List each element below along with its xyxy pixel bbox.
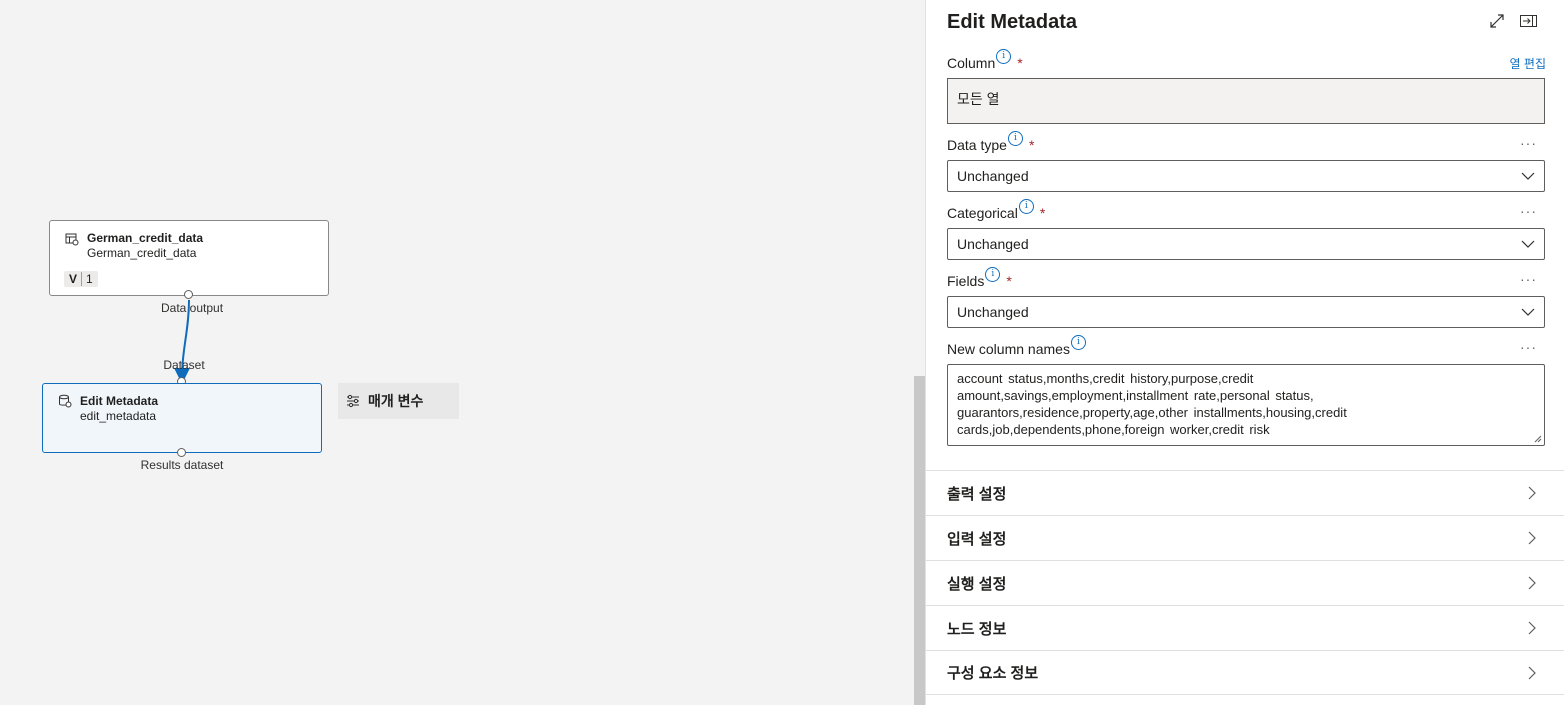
edit-metadata-node[interactable]: Edit Metadata edit_metadata <box>42 383 322 453</box>
categorical-label: Categorical i * <box>947 199 1046 221</box>
column-label: Column i * <box>947 49 1023 71</box>
dataset-input-label: Dataset <box>163 358 205 372</box>
categorical-dropdown[interactable]: Unchanged <box>947 228 1545 260</box>
new-column-names-more-button[interactable]: ··· <box>1520 339 1537 355</box>
results-dataset-label: Results dataset <box>140 458 224 472</box>
chevron-right-icon <box>1528 486 1536 500</box>
chevron-down-icon <box>1521 308 1535 316</box>
chevron-down-icon <box>1521 172 1535 180</box>
textarea-line: cards,job,dependents,phone,foreign worke… <box>957 422 1270 437</box>
required-marker: * <box>1006 273 1012 289</box>
column-selection-field[interactable]: 모든 열 <box>947 78 1545 124</box>
chevron-right-icon <box>1528 621 1536 635</box>
resize-grip-icon[interactable] <box>1534 435 1542 443</box>
module-node-subtitle: edit_metadata <box>80 409 157 423</box>
info-icon[interactable]: i <box>985 267 1001 282</box>
module-node-title: Edit Metadata <box>80 394 159 408</box>
required-marker: * <box>1017 55 1023 71</box>
info-icon[interactable]: i <box>1007 131 1023 146</box>
section-input-settings[interactable]: 입력 설정 <box>926 515 1564 560</box>
required-marker: * <box>1039 205 1046 221</box>
results-dataset-port[interactable] <box>177 448 186 457</box>
categorical-more-button[interactable]: ··· <box>1520 203 1537 219</box>
textarea-line: amount,savings,employment,installment ra… <box>957 388 1314 403</box>
data-type-dropdown[interactable]: Unchanged <box>947 160 1545 192</box>
new-column-names-textarea[interactable]: account status,months,credit history,pur… <box>947 364 1545 446</box>
section-component-info[interactable]: 구성 요소 정보 <box>926 650 1564 695</box>
chevron-down-icon <box>1521 240 1535 248</box>
section-run-settings[interactable]: 실행 설정 <box>926 560 1564 605</box>
module-icon <box>59 394 72 408</box>
pipeline-canvas[interactable]: German_credit_data German_credit_data V … <box>0 0 914 705</box>
info-icon[interactable]: i <box>1070 335 1086 350</box>
new-column-names-label: New column names i <box>947 335 1086 357</box>
edit-columns-link[interactable]: 열 편집 <box>1510 55 1546 72</box>
chevron-right-icon <box>1528 531 1536 545</box>
connection-edge[interactable] <box>0 0 914 705</box>
fields-more-button[interactable]: ··· <box>1520 271 1537 287</box>
data-type-label: Data type i * <box>947 131 1035 153</box>
textarea-line: account status,months,credit history,pur… <box>957 371 1254 386</box>
fields-label: Fields i * <box>947 267 1012 289</box>
data-type-more-button[interactable]: ··· <box>1520 135 1537 151</box>
textarea-line: guarantors,residence,property,age,other … <box>957 405 1347 420</box>
sliders-icon <box>347 394 359 408</box>
dock-panel-icon[interactable] <box>1519 12 1537 30</box>
chevron-right-icon <box>1528 576 1536 590</box>
panel-title: Edit Metadata <box>947 11 1078 33</box>
section-output-settings[interactable]: 출력 설정 <box>926 470 1564 515</box>
expand-icon[interactable] <box>1488 12 1506 30</box>
parameters-button[interactable]: 매개 변수 <box>338 383 459 419</box>
parameters-label: 매개 변수 <box>368 393 424 409</box>
section-node-info[interactable]: 노드 정보 <box>926 605 1564 650</box>
chevron-right-icon <box>1528 666 1536 679</box>
canvas-scrollbar[interactable] <box>914 376 925 705</box>
properties-panel: Edit Metadata Column i * 열 편집 모든 열 Data … <box>926 0 1564 705</box>
required-marker: * <box>1028 137 1035 153</box>
info-icon[interactable]: i <box>996 49 1012 64</box>
info-icon[interactable]: i <box>1018 199 1034 214</box>
fields-dropdown[interactable]: Unchanged <box>947 296 1545 328</box>
